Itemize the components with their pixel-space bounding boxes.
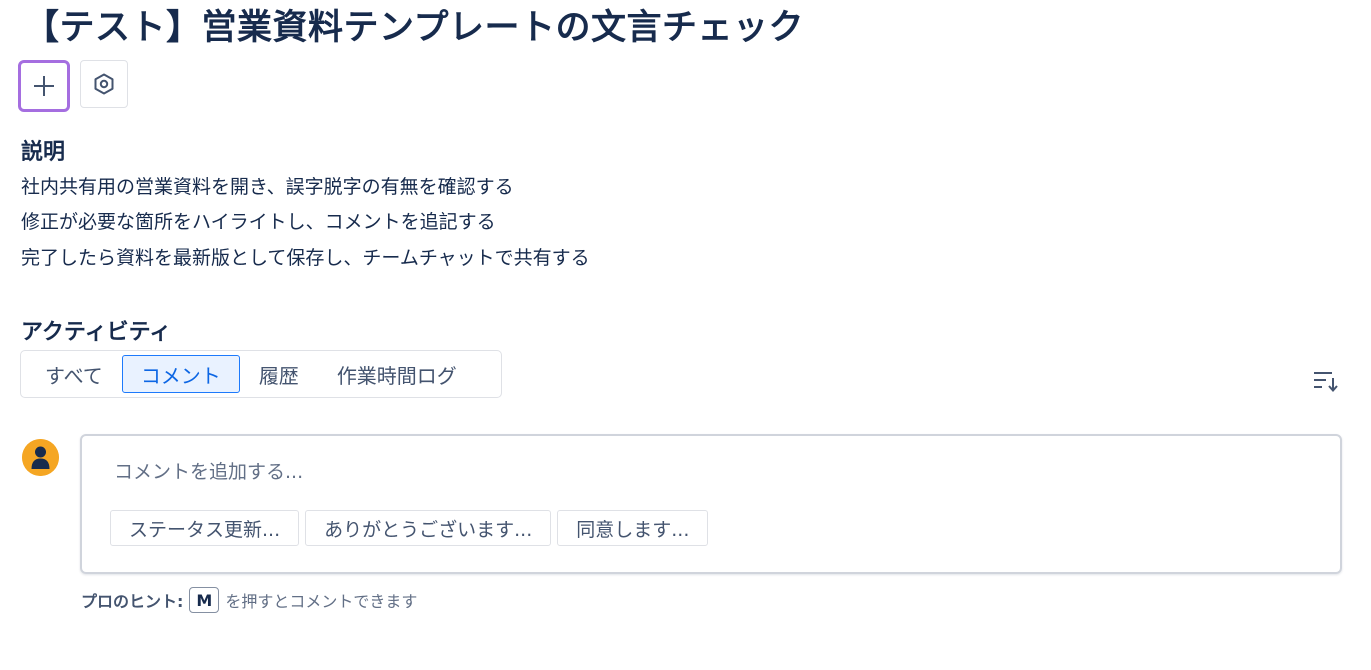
plus-icon: [34, 76, 54, 96]
tab-work-log[interactable]: 作業時間ログ: [318, 355, 476, 393]
quick-replies: ステータス更新... ありがとうございます... 同意します...: [110, 510, 709, 546]
description-line: 修正が必要な箇所をハイライトし、コメントを追記する: [21, 211, 496, 233]
pro-tip-label: プロのヒント:: [81, 592, 184, 611]
comment-box: ステータス更新... ありがとうございます... 同意します...: [80, 434, 1342, 574]
add-button[interactable]: [18, 60, 70, 112]
quick-reply-thanks[interactable]: ありがとうございます...: [305, 510, 552, 546]
description-heading: 説明: [21, 140, 66, 165]
description-line: 社内共有用の営業資料を開き、誤字脱字の有無を確認する: [21, 176, 514, 198]
toolbar: [18, 60, 128, 112]
description-line: 完了したら資料を最新版として保存し、チームチャットで共有する: [21, 247, 590, 269]
quick-reply-status-update[interactable]: ステータス更新...: [110, 510, 300, 546]
avatar: [22, 439, 59, 476]
sort-button[interactable]: [1310, 366, 1340, 396]
sort-order-icon: [1314, 372, 1338, 393]
page-title: 【テスト】営業資料テンプレートの文言チェック: [24, 8, 804, 48]
comment-input[interactable]: [112, 456, 1296, 488]
tab-history[interactable]: 履歴: [240, 355, 318, 393]
pro-tip-text: を押すとコメントできます: [225, 592, 418, 611]
pro-tip: プロのヒント: M を押すとコメントできます: [81, 587, 417, 613]
activity-tabs: すべて コメント 履歴 作業時間ログ: [20, 350, 502, 398]
tab-comments[interactable]: コメント: [121, 355, 240, 393]
tab-all[interactable]: すべて: [26, 355, 122, 393]
quick-reply-agree[interactable]: 同意します...: [557, 510, 709, 546]
settings-button[interactable]: [80, 60, 128, 108]
activity-heading: アクティビティ: [21, 320, 172, 345]
keyboard-shortcut-key: M: [189, 587, 220, 613]
user-avatar-icon: [22, 439, 59, 476]
hexagon-settings-icon: [94, 73, 114, 95]
